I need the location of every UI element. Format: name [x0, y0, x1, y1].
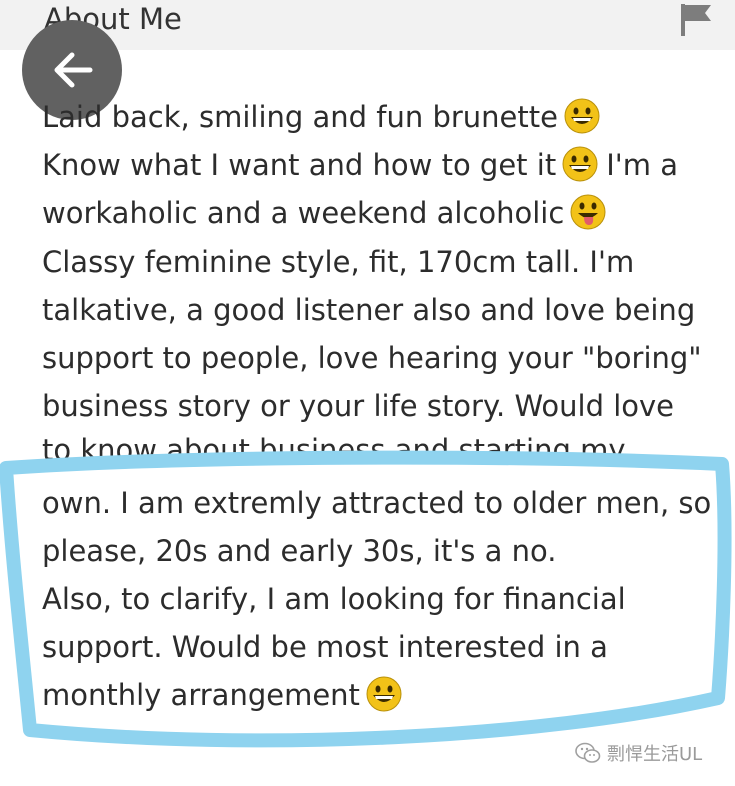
- bio-text: Laid back, smiling and fun brunette Know…: [42, 93, 732, 719]
- bio-line: support. Would be most interested in a: [42, 630, 608, 665]
- bio-line: business story or your life story. Would…: [42, 389, 675, 424]
- grinning-face-emoji: [564, 98, 600, 134]
- bio-line: support to people, love hearing your "bo…: [42, 340, 702, 375]
- face-with-tongue-emoji: [570, 194, 606, 230]
- bio-line: please, 20s and early 30s, it's a no.: [42, 533, 557, 568]
- bio-line: own. I am extremly attracted to older me…: [42, 485, 712, 520]
- arrow-left-icon: [54, 52, 93, 88]
- partially-hidden-line: to know about business and starting my: [42, 435, 626, 465]
- bio-line: workaholic and a weekend alcoholic: [42, 189, 732, 237]
- flag-icon[interactable]: [678, 2, 714, 36]
- grinning-face-emoji: [366, 676, 402, 712]
- bio-line: Know what I want and how to get it I'm a: [42, 146, 678, 183]
- bio-line: monthly arrangement: [42, 671, 732, 719]
- grinning-face-emoji: [562, 146, 598, 182]
- wechat-icon: [575, 742, 601, 763]
- bio-line: Laid back, smiling and fun brunette: [42, 93, 732, 141]
- watermark: 剽悍生活UL: [575, 733, 725, 773]
- bio-line: Classy feminine style, fit, 170cm tall. …: [42, 244, 635, 279]
- bio-line: talkative, a good listener also and love…: [42, 292, 696, 327]
- watermark-text: 剽悍生活UL: [607, 744, 703, 765]
- bio-line: Also, to clarify, I am looking for finan…: [42, 581, 626, 616]
